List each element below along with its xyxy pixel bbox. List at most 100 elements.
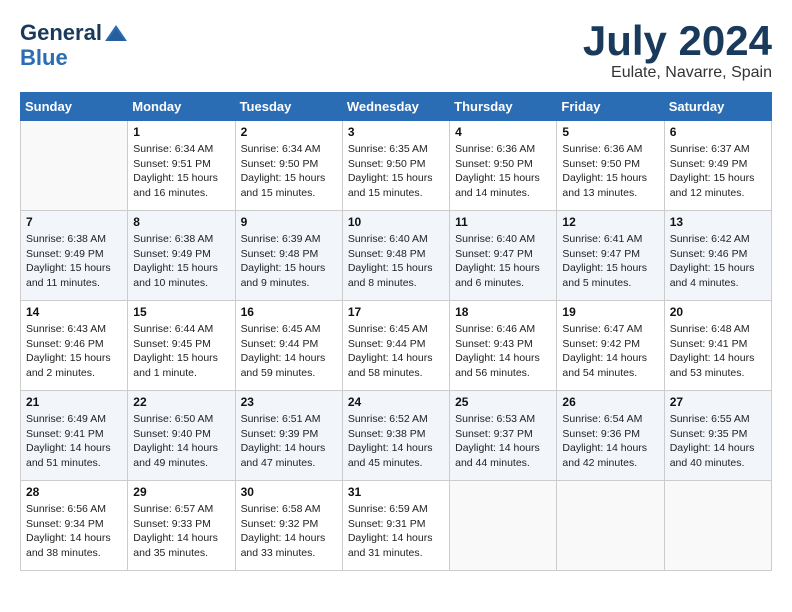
day-number: 30 <box>241 485 337 499</box>
calendar-cell: 23 Sunrise: 6:51 AM Sunset: 9:39 PM Dayli… <box>235 391 342 481</box>
logo: General Blue <box>20 20 130 71</box>
week-row-3: 14 Sunrise: 6:43 AM Sunset: 9:46 PM Dayli… <box>21 301 772 391</box>
day-number: 27 <box>670 395 766 409</box>
calendar-cell: 31 Sunrise: 6:59 AM Sunset: 9:31 PM Dayli… <box>342 481 449 571</box>
day-info: Sunrise: 6:43 AM Sunset: 9:46 PM Dayligh… <box>26 322 122 381</box>
day-info: Sunrise: 6:34 AM Sunset: 9:51 PM Dayligh… <box>133 142 229 201</box>
day-info: Sunrise: 6:41 AM Sunset: 9:47 PM Dayligh… <box>562 232 658 291</box>
day-info: Sunrise: 6:44 AM Sunset: 9:45 PM Dayligh… <box>133 322 229 381</box>
calendar-cell <box>450 481 557 571</box>
day-number: 1 <box>133 125 229 139</box>
day-number: 19 <box>562 305 658 319</box>
page-header: General Blue July 2024 Eulate, Navarre, … <box>20 20 772 82</box>
calendar-cell: 22 Sunrise: 6:50 AM Sunset: 9:40 PM Dayli… <box>128 391 235 481</box>
day-info: Sunrise: 6:45 AM Sunset: 9:44 PM Dayligh… <box>241 322 337 381</box>
calendar-cell: 7 Sunrise: 6:38 AM Sunset: 9:49 PM Daylig… <box>21 211 128 301</box>
calendar-cell: 26Sunrise: 6:54 AM Sunset: 9:36 PM Dayli… <box>557 391 664 481</box>
day-info: Sunrise: 6:59 AM Sunset: 9:31 PM Dayligh… <box>348 502 444 561</box>
calendar-cell: 20 Sunrise: 6:48 AM Sunset: 9:41 PM Dayli… <box>664 301 771 391</box>
day-number: 7 <box>26 215 122 229</box>
calendar-cell <box>664 481 771 571</box>
day-number: 14 <box>26 305 122 319</box>
week-row-2: 7 Sunrise: 6:38 AM Sunset: 9:49 PM Daylig… <box>21 211 772 301</box>
calendar-cell: 3 Sunrise: 6:35 AM Sunset: 9:50 PM Daylig… <box>342 121 449 211</box>
day-info: Sunrise: 6:54 AM Sunset: 9:36 PM Dayligh… <box>562 412 658 471</box>
month-title: July 2024 <box>583 20 772 62</box>
day-number: 2 <box>241 125 337 139</box>
day-number: 13 <box>670 215 766 229</box>
weekday-header-thursday: Thursday <box>450 93 557 121</box>
day-info: Sunrise: 6:55 AM Sunset: 9:35 PM Dayligh… <box>670 412 766 471</box>
day-number: 23 <box>241 395 337 409</box>
day-info: Sunrise: 6:58 AM Sunset: 9:32 PM Dayligh… <box>241 502 337 561</box>
day-info: Sunrise: 6:36 AM Sunset: 9:50 PM Dayligh… <box>455 142 551 201</box>
day-number: 18 <box>455 305 551 319</box>
calendar-cell <box>557 481 664 571</box>
day-info: Sunrise: 6:35 AM Sunset: 9:50 PM Dayligh… <box>348 142 444 201</box>
calendar-cell: 5Sunrise: 6:36 AM Sunset: 9:50 PM Daylig… <box>557 121 664 211</box>
day-info: Sunrise: 6:57 AM Sunset: 9:33 PM Dayligh… <box>133 502 229 561</box>
day-number: 15 <box>133 305 229 319</box>
week-row-5: 28 Sunrise: 6:56 AM Sunset: 9:34 PM Dayli… <box>21 481 772 571</box>
day-number: 6 <box>670 125 766 139</box>
day-number: 21 <box>26 395 122 409</box>
week-row-1: 1 Sunrise: 6:34 AM Sunset: 9:51 PM Daylig… <box>21 121 772 211</box>
calendar-cell: 16 Sunrise: 6:45 AM Sunset: 9:44 PM Dayli… <box>235 301 342 391</box>
calendar-cell: 28 Sunrise: 6:56 AM Sunset: 9:34 PM Dayli… <box>21 481 128 571</box>
day-info: Sunrise: 6:36 AM Sunset: 9:50 PM Dayligh… <box>562 142 658 201</box>
day-number: 22 <box>133 395 229 409</box>
calendar-cell: 11 Sunrise: 6:40 AM Sunset: 9:47 PM Dayli… <box>450 211 557 301</box>
day-info: Sunrise: 6:51 AM Sunset: 9:39 PM Dayligh… <box>241 412 337 471</box>
weekday-header-monday: Monday <box>128 93 235 121</box>
day-info: Sunrise: 6:56 AM Sunset: 9:34 PM Dayligh… <box>26 502 122 561</box>
weekday-header-saturday: Saturday <box>664 93 771 121</box>
weekday-header-tuesday: Tuesday <box>235 93 342 121</box>
calendar-cell <box>21 121 128 211</box>
calendar-cell: 13 Sunrise: 6:42 AM Sunset: 9:46 PM Dayli… <box>664 211 771 301</box>
day-number: 12 <box>562 215 658 229</box>
weekday-header-wednesday: Wednesday <box>342 93 449 121</box>
day-info: Sunrise: 6:45 AM Sunset: 9:44 PM Dayligh… <box>348 322 444 381</box>
day-info: Sunrise: 6:40 AM Sunset: 9:48 PM Dayligh… <box>348 232 444 291</box>
day-number: 8 <box>133 215 229 229</box>
calendar-cell: 19Sunrise: 6:47 AM Sunset: 9:42 PM Dayli… <box>557 301 664 391</box>
day-number: 25 <box>455 395 551 409</box>
calendar-cell: 30 Sunrise: 6:58 AM Sunset: 9:32 PM Dayli… <box>235 481 342 571</box>
day-info: Sunrise: 6:34 AM Sunset: 9:50 PM Dayligh… <box>241 142 337 201</box>
day-info: Sunrise: 6:42 AM Sunset: 9:46 PM Dayligh… <box>670 232 766 291</box>
weekday-header-friday: Friday <box>557 93 664 121</box>
day-number: 29 <box>133 485 229 499</box>
calendar-cell: 9Sunrise: 6:39 AM Sunset: 9:48 PM Daylig… <box>235 211 342 301</box>
day-number: 31 <box>348 485 444 499</box>
calendar-cell: 27 Sunrise: 6:55 AM Sunset: 9:35 PM Dayli… <box>664 391 771 481</box>
logo-blue: Blue <box>20 45 130 70</box>
day-number: 3 <box>348 125 444 139</box>
calendar-cell: 12 Sunrise: 6:41 AM Sunset: 9:47 PM Dayli… <box>557 211 664 301</box>
calendar-cell: 6 Sunrise: 6:37 AM Sunset: 9:49 PM Daylig… <box>664 121 771 211</box>
day-number: 17 <box>348 305 444 319</box>
calendar-cell: 25 Sunrise: 6:53 AM Sunset: 9:37 PM Dayli… <box>450 391 557 481</box>
calendar-cell: 21Sunrise: 6:49 AM Sunset: 9:41 PM Dayli… <box>21 391 128 481</box>
day-number: 4 <box>455 125 551 139</box>
day-info: Sunrise: 6:53 AM Sunset: 9:37 PM Dayligh… <box>455 412 551 471</box>
day-number: 9 <box>241 215 337 229</box>
title-block: July 2024 Eulate, Navarre, Spain <box>583 20 772 82</box>
day-info: Sunrise: 6:40 AM Sunset: 9:47 PM Dayligh… <box>455 232 551 291</box>
calendar-cell: 8Sunrise: 6:38 AM Sunset: 9:49 PM Daylig… <box>128 211 235 301</box>
day-info: Sunrise: 6:50 AM Sunset: 9:40 PM Dayligh… <box>133 412 229 471</box>
location: Eulate, Navarre, Spain <box>583 64 772 82</box>
day-info: Sunrise: 6:52 AM Sunset: 9:38 PM Dayligh… <box>348 412 444 471</box>
day-number: 28 <box>26 485 122 499</box>
calendar-table: SundayMondayTuesdayWednesdayThursdayFrid… <box>20 92 772 571</box>
calendar-cell: 2 Sunrise: 6:34 AM Sunset: 9:50 PM Daylig… <box>235 121 342 211</box>
day-number: 11 <box>455 215 551 229</box>
day-info: Sunrise: 6:38 AM Sunset: 9:49 PM Dayligh… <box>26 232 122 291</box>
day-info: Sunrise: 6:48 AM Sunset: 9:41 PM Dayligh… <box>670 322 766 381</box>
day-number: 16 <box>241 305 337 319</box>
day-number: 20 <box>670 305 766 319</box>
calendar-cell: 17 Sunrise: 6:45 AM Sunset: 9:44 PM Dayli… <box>342 301 449 391</box>
calendar-cell: 14 Sunrise: 6:43 AM Sunset: 9:46 PM Dayli… <box>21 301 128 391</box>
logo-text: General <box>20 20 130 45</box>
weekday-header-row: SundayMondayTuesdayWednesdayThursdayFrid… <box>21 93 772 121</box>
day-info: Sunrise: 6:37 AM Sunset: 9:49 PM Dayligh… <box>670 142 766 201</box>
